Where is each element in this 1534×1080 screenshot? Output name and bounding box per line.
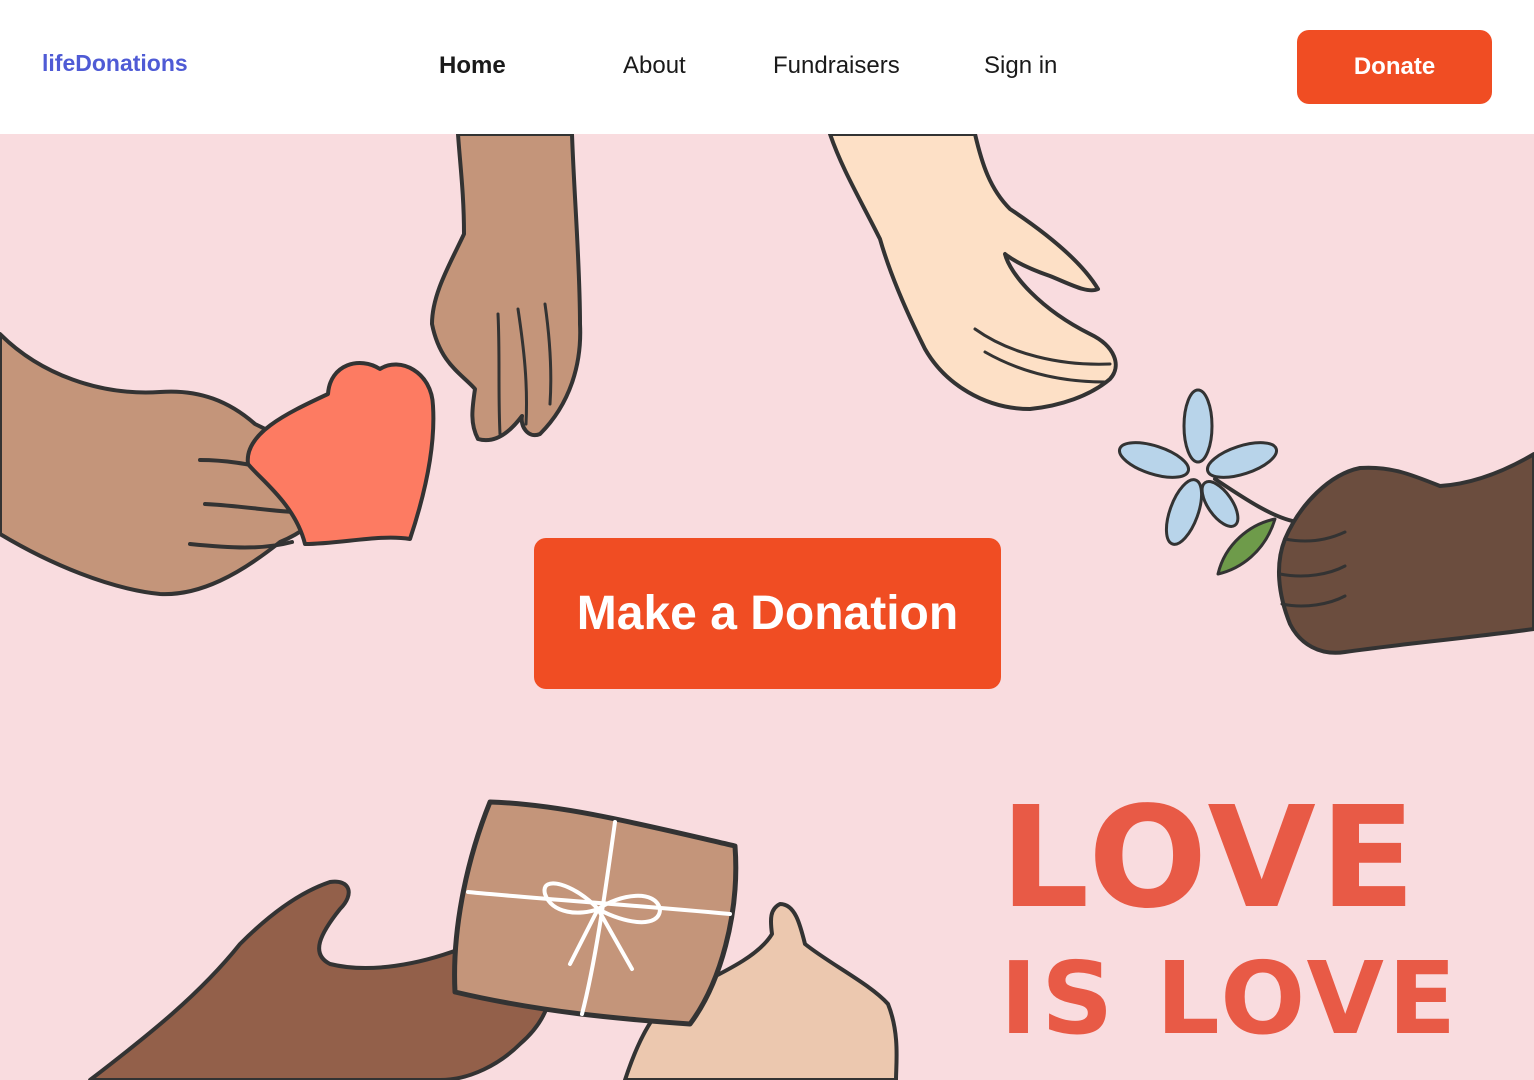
nav-home[interactable]: Home xyxy=(439,52,506,80)
top-navbar: lifeDonations Home About Fundraisers Sig… xyxy=(0,0,1534,134)
hands-with-gift-illustration xyxy=(88,799,899,1080)
love-headline-line1: LOVE xyxy=(1000,777,1420,940)
make-donation-button[interactable]: Make a Donation xyxy=(534,538,1001,689)
reaching-hand-illustration xyxy=(430,134,583,443)
donate-button[interactable]: Donate xyxy=(1297,30,1492,104)
nav-sign-in[interactable]: Sign in xyxy=(984,52,1057,80)
hero-section: Make a Donation LOVE IS LOVE xyxy=(0,134,1534,1080)
brand-logo[interactable]: lifeDonations xyxy=(42,50,188,77)
hand-with-heart-illustration xyxy=(0,332,436,597)
nav-fundraisers[interactable]: Fundraisers xyxy=(773,52,900,80)
love-headline-line2: IS LOVE xyxy=(1000,940,1461,1057)
nav-about[interactable]: About xyxy=(623,52,686,80)
hand-with-flower-illustration xyxy=(1117,388,1534,655)
open-palm-hand-illustration xyxy=(828,134,1118,411)
